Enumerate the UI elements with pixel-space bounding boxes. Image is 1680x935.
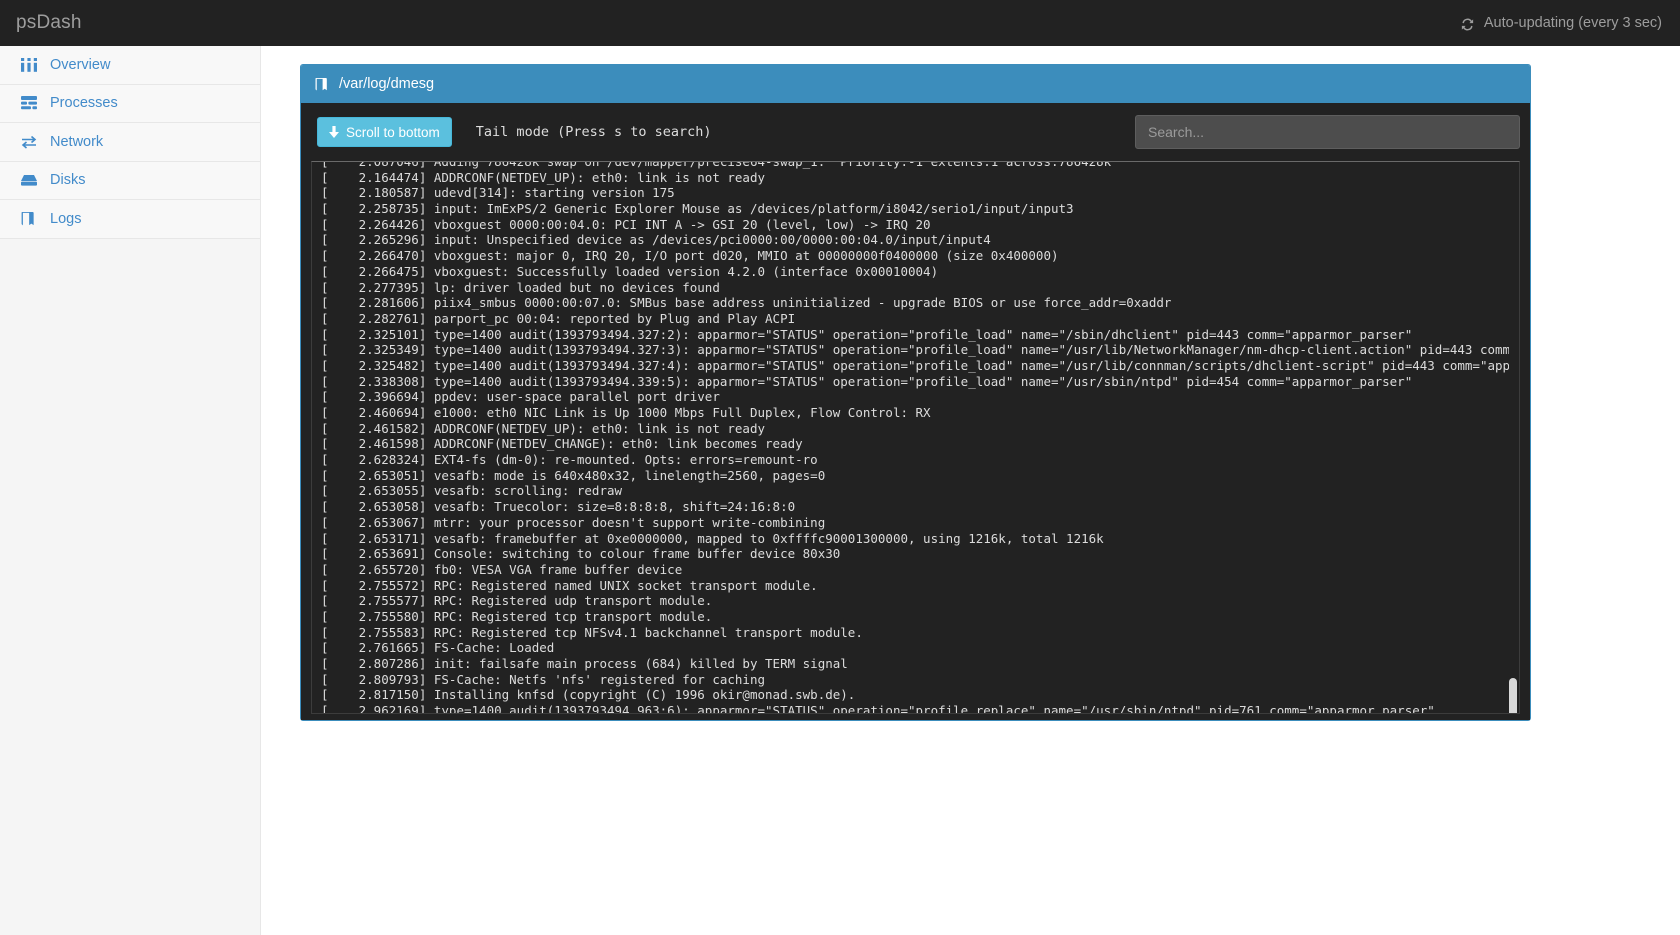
log-line: [ 2.817150] Installing knfsd (copyright … bbox=[321, 687, 856, 703]
book-icon bbox=[315, 77, 329, 92]
autoupdate-label: Auto-updating (every 3 sec) bbox=[1483, 15, 1662, 31]
log-scrollbar-thumb[interactable] bbox=[1509, 678, 1517, 713]
log-line: [ 2.264426] vboxguest 0000:00:04.0: PCI … bbox=[321, 216, 931, 232]
log-line: [ 2.655720] fb0: VESA VGA frame buffer d… bbox=[321, 561, 683, 577]
log-line: [ 2.653058] vesafb: Truecolor: size=8:8:… bbox=[321, 499, 796, 515]
log-line: [ 2.281606] piix4_smbus 0000:00:07.0: SM… bbox=[321, 295, 1172, 311]
arrow-down-icon bbox=[329, 126, 339, 138]
sidebar-item-label: Logs bbox=[50, 210, 82, 227]
log-line: [ 2.755577] RPC: Registered udp transpor… bbox=[321, 593, 713, 609]
log-line: [ 2.653691] Console: switching to colour… bbox=[321, 546, 841, 562]
log-toolbar: Scroll to bottom Tail mode (Press s to s… bbox=[301, 103, 1530, 161]
autoupdate-status: Auto-updating (every 3 sec) bbox=[1460, 15, 1680, 31]
log-line: [ 2.265296] input: Unspecified device as… bbox=[321, 232, 991, 248]
search-input[interactable] bbox=[1135, 115, 1520, 149]
log-viewer: Scroll to bottom Tail mode (Press s to s… bbox=[301, 103, 1530, 720]
log-line: [ 2.266470] vboxguest: major 0, IRQ 20, … bbox=[321, 248, 1059, 264]
panel-title: /var/log/dmesg bbox=[339, 76, 435, 92]
tail-mode-label: Tail mode (Press s to search) bbox=[475, 124, 712, 140]
log-line: [ 2.755580] RPC: Registered tcp transpor… bbox=[321, 608, 713, 624]
log-lines: [ 2.087046] Adding 786428k swap on /dev/… bbox=[312, 161, 1520, 714]
sidebar-item-logs[interactable]: Logs bbox=[0, 200, 260, 239]
log-line: [ 2.653067] mtrr: your processor doesn't… bbox=[321, 514, 826, 530]
log-line: [ 2.461598] ADDRCONF(NETDEV_CHANGE): eth… bbox=[321, 436, 803, 452]
log-line: [ 2.325349] type=1400 audit(1393793494.3… bbox=[321, 342, 1520, 358]
log-line: [ 2.282761] parport_pc 00:04: reported b… bbox=[321, 310, 796, 326]
sidebar: Overview Processes Network Disks Logs bbox=[0, 46, 261, 935]
sidebar-item-disks[interactable]: Disks bbox=[0, 161, 260, 200]
top-navbar: psDash Auto-updating (every 3 sec) bbox=[0, 0, 1680, 46]
log-line: [ 2.164474] ADDRCONF(NETDEV_UP): eth0: l… bbox=[321, 169, 766, 185]
sidebar-item-label: Overview bbox=[50, 57, 111, 74]
refresh-icon bbox=[1460, 17, 1475, 32]
log-line: [ 2.461582] ADDRCONF(NETDEV_UP): eth0: l… bbox=[321, 420, 766, 436]
sidebar-item-label: Processes bbox=[50, 95, 118, 112]
log-line: [ 2.266475] vboxguest: Successfully load… bbox=[321, 263, 939, 279]
sidebar-item-processes[interactable]: Processes bbox=[0, 84, 260, 123]
log-line: [ 2.809793] FS-Cache: Netfs 'nfs' regist… bbox=[321, 671, 766, 687]
log-panel: /var/log/dmesg Scroll to bottom Tail mod… bbox=[300, 64, 1531, 721]
log-line: [ 2.338308] type=1400 audit(1393793494.3… bbox=[321, 373, 1413, 389]
log-scroll-region[interactable]: [ 2.087046] Adding 786428k swap on /dev/… bbox=[311, 161, 1520, 714]
scroll-to-bottom-button[interactable]: Scroll to bottom bbox=[317, 117, 452, 147]
log-line: [ 2.325482] type=1400 audit(1393793494.3… bbox=[321, 357, 1520, 373]
list-icon bbox=[20, 96, 37, 111]
log-scrollbar-track[interactable] bbox=[1509, 163, 1518, 713]
log-line: [ 2.628324] EXT4-fs (dm-0): re-mounted. … bbox=[321, 452, 818, 468]
log-line: [ 2.396694] ppdev: user-space parallel p… bbox=[321, 389, 720, 405]
log-line: [ 2.962169] type=1400 audit(1393793494.9… bbox=[321, 703, 1435, 714]
main-content: /var/log/dmesg Scroll to bottom Tail mod… bbox=[261, 46, 1680, 935]
app-brand[interactable]: psDash bbox=[0, 0, 82, 46]
log-line: [ 2.258735] input: ImExPS/2 Generic Expl… bbox=[321, 201, 1074, 217]
sidebar-item-label: Disks bbox=[50, 172, 86, 189]
sidebar-item-overview[interactable]: Overview bbox=[0, 46, 260, 85]
hdd-icon bbox=[20, 173, 37, 188]
log-line: [ 2.325101] type=1400 audit(1393793494.3… bbox=[321, 326, 1413, 342]
log-line: [ 2.087046] Adding 786428k swap on /dev/… bbox=[321, 161, 1112, 169]
log-line: [ 2.755572] RPC: Registered named UNIX s… bbox=[321, 577, 818, 593]
log-line: [ 2.180587] udevd[314]: starting version… bbox=[321, 185, 675, 201]
sidebar-item-network[interactable]: Network bbox=[0, 123, 260, 162]
log-line: [ 2.755583] RPC: Registered tcp NFSv4.1 … bbox=[321, 624, 863, 640]
sidebar-item-label: Network bbox=[50, 133, 104, 150]
log-line: [ 2.653171] vesafb: framebuffer at 0xe00… bbox=[321, 530, 1104, 546]
scroll-to-bottom-label: Scroll to bottom bbox=[346, 124, 440, 140]
log-line: [ 2.653051] vesafb: mode is 640x480x32, … bbox=[321, 467, 826, 483]
panel-heading: /var/log/dmesg bbox=[301, 65, 1530, 103]
log-line: [ 2.761665] FS-Cache: Loaded bbox=[321, 640, 555, 656]
book-icon bbox=[20, 211, 37, 226]
log-line: [ 2.807286] init: failsafe main process … bbox=[321, 656, 848, 671]
exchange-icon bbox=[20, 134, 37, 149]
log-line: [ 2.460694] e1000: eth0 NIC Link is Up 1… bbox=[321, 405, 931, 420]
log-line: [ 2.277395] lp: driver loaded but no dev… bbox=[321, 279, 720, 295]
log-line: [ 2.653055] vesafb: scrolling: redraw bbox=[321, 483, 623, 499]
dashboard-icon bbox=[20, 58, 37, 73]
